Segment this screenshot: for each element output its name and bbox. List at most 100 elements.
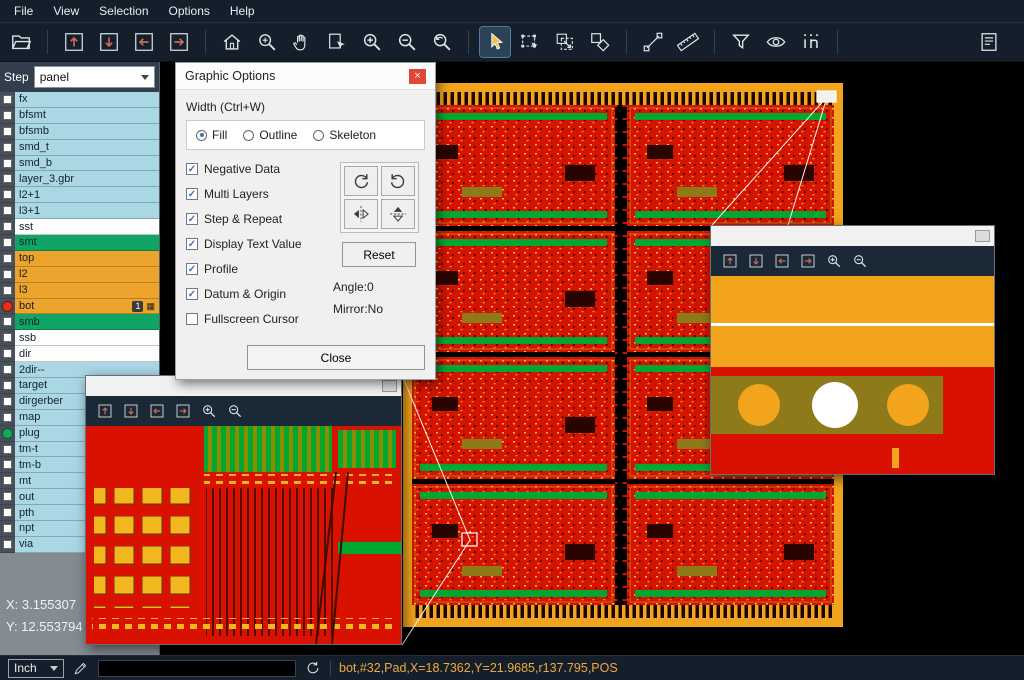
zoom-previous-button[interactable] <box>427 27 457 57</box>
reset-button[interactable]: Reset <box>342 242 416 267</box>
draw-pen-icon[interactable] <box>72 659 90 677</box>
unit-select[interactable]: Inch <box>8 659 64 678</box>
import-up-button[interactable] <box>59 27 89 57</box>
checkbox-box[interactable] <box>3 238 12 247</box>
close-button[interactable]: Close <box>247 345 425 370</box>
ruler-measure-button[interactable] <box>673 27 703 57</box>
import-left-button[interactable] <box>129 27 159 57</box>
sheet-select-button[interactable] <box>322 27 352 57</box>
checkbox-box[interactable] <box>3 206 12 215</box>
radio-fill[interactable]: Fill <box>196 128 227 142</box>
layer-row-fx[interactable]: fx <box>0 92 159 108</box>
layer-row-l3-1[interactable]: l3+1 <box>0 203 159 219</box>
checkbox-profile[interactable]: ✓Profile <box>186 262 333 276</box>
radio-outline[interactable]: Outline <box>243 128 297 142</box>
layer-name[interactable]: layer_3.gbr <box>15 171 159 187</box>
checkbox-box[interactable] <box>3 127 12 136</box>
refresh-icon[interactable] <box>304 659 322 677</box>
import-right-button[interactable] <box>797 250 819 272</box>
checkbox-box[interactable] <box>3 317 12 326</box>
layer-checkbox[interactable] <box>0 235 15 251</box>
layer-row-smd-b[interactable]: smd_b <box>0 156 159 172</box>
layer-checkbox[interactable] <box>0 140 15 156</box>
dialog-titlebar[interactable]: Graphic Options × <box>176 63 435 90</box>
filter-button[interactable] <box>726 27 756 57</box>
line-measure-button[interactable] <box>638 27 668 57</box>
checkbox-box[interactable] <box>3 460 12 469</box>
zoom-left-pcb-view[interactable] <box>86 426 401 644</box>
layer-status-indicator[interactable] <box>0 426 15 442</box>
layer-checkbox[interactable] <box>0 537 15 553</box>
checkbox-box[interactable] <box>3 365 12 374</box>
notes-list-button[interactable] <box>974 27 1004 57</box>
checkbox-display-text-value[interactable]: ✓Display Text Value <box>186 237 333 251</box>
zoom-right-pcb-view[interactable] <box>711 276 994 474</box>
layer-checkbox[interactable] <box>0 378 15 394</box>
layer-checkbox[interactable] <box>0 92 15 108</box>
import-right-button[interactable] <box>172 400 194 422</box>
checkbox-box[interactable] <box>3 381 12 390</box>
layer-row-l2[interactable]: l2 <box>0 267 159 283</box>
layer-checkbox[interactable] <box>0 283 15 299</box>
close-icon[interactable]: × <box>409 69 426 84</box>
layer-row-sst[interactable]: sst <box>0 219 159 235</box>
zoom-out-button[interactable] <box>224 400 246 422</box>
import-down-button[interactable] <box>120 400 142 422</box>
zoom-in-button[interactable] <box>357 27 387 57</box>
layer-checkbox[interactable] <box>0 330 15 346</box>
step-select[interactable]: panel <box>34 66 155 88</box>
zoom-window-button[interactable] <box>252 27 282 57</box>
zoom-out-button[interactable] <box>392 27 422 57</box>
layer-row-ssb[interactable]: ssb <box>0 330 159 346</box>
layer-checkbox[interactable] <box>0 251 15 267</box>
find-text-button[interactable] <box>796 27 826 57</box>
layer-name[interactable]: smd_b <box>15 156 159 172</box>
layer-checkbox[interactable] <box>0 394 15 410</box>
menu-file[interactable]: File <box>4 2 43 20</box>
checkbox-box[interactable] <box>3 492 12 501</box>
menu-selection[interactable]: Selection <box>89 2 158 20</box>
checkbox-box[interactable] <box>3 159 12 168</box>
checkbox-box[interactable] <box>3 333 12 342</box>
layer-name[interactable]: l2+1 <box>15 187 159 203</box>
layer-row-layer-3-gbr[interactable]: layer_3.gbr <box>0 171 159 187</box>
layer-checkbox[interactable] <box>0 489 15 505</box>
checkbox-box[interactable] <box>3 476 12 485</box>
pointer-select-button[interactable] <box>480 27 510 57</box>
transform-select-button[interactable] <box>550 27 580 57</box>
layer-name[interactable]: smd_t <box>15 140 159 156</box>
checkbox-box[interactable] <box>3 508 12 517</box>
checkbox-box[interactable] <box>3 349 12 358</box>
layer-checkbox[interactable] <box>0 473 15 489</box>
import-left-button[interactable] <box>146 400 168 422</box>
zoom-right-content[interactable] <box>711 276 994 474</box>
checkbox-box[interactable] <box>3 270 12 279</box>
checkbox-box[interactable] <box>3 413 12 422</box>
layer-name[interactable]: fx <box>15 92 159 108</box>
import-up-button[interactable] <box>719 250 741 272</box>
layer-checkbox[interactable] <box>0 410 15 426</box>
layer-name[interactable]: l3 <box>15 283 159 299</box>
checkbox-multi-layers[interactable]: ✓Multi Layers <box>186 187 333 201</box>
layer-name[interactable]: bfsmb <box>15 124 159 140</box>
layer-name[interactable]: sst <box>15 219 159 235</box>
import-left-button[interactable] <box>771 250 793 272</box>
layer-checkbox[interactable] <box>0 442 15 458</box>
checkbox-box[interactable] <box>3 397 12 406</box>
layer-name[interactable]: l3+1 <box>15 203 159 219</box>
layer-checkbox[interactable] <box>0 187 15 203</box>
snap-measure-button[interactable] <box>585 27 615 57</box>
checkbox-box[interactable] <box>3 540 12 549</box>
checkbox-step-repeat[interactable]: ✓Step & Repeat <box>186 212 333 226</box>
zoom-in-button[interactable] <box>823 250 845 272</box>
layer-checkbox[interactable] <box>0 171 15 187</box>
checkbox-box[interactable] <box>3 111 12 120</box>
radio-skeleton[interactable]: Skeleton <box>313 128 376 142</box>
layer-checkbox[interactable] <box>0 267 15 283</box>
layer-row-bot[interactable]: bot1▦ <box>0 299 159 315</box>
home-view-button[interactable] <box>217 27 247 57</box>
layer-name[interactable]: l2 <box>15 267 159 283</box>
highlight-view-button[interactable] <box>761 27 791 57</box>
layer-name[interactable]: smb <box>15 314 159 330</box>
rotate-cw-button[interactable] <box>344 166 378 196</box>
